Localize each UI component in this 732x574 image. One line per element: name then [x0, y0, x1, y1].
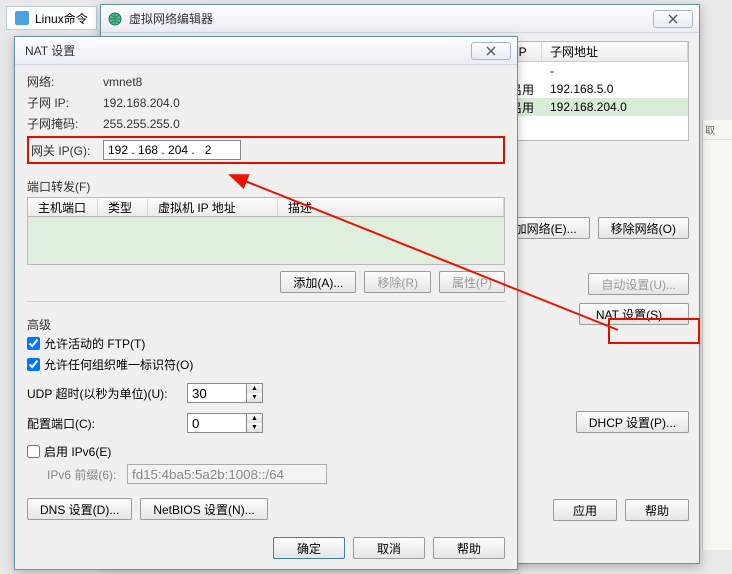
browser-tab[interactable]: Linux命令	[6, 6, 97, 30]
divider	[27, 301, 505, 302]
auto-settings-button[interactable]: 自动设置(U)...	[588, 273, 689, 295]
subnet-ip-label: 子网 IP:	[27, 94, 103, 111]
allow-ftp-label: 允许活动的 FTP(T)	[44, 335, 145, 352]
nat-title: NAT 设置	[21, 42, 471, 59]
config-port-label: 配置端口(C):	[27, 415, 187, 432]
help-button[interactable]: 帮助	[625, 499, 689, 521]
nat-titlebar[interactable]: NAT 设置	[15, 37, 517, 65]
dns-settings-button[interactable]: DNS 设置(D)...	[27, 498, 132, 520]
tab-icon	[15, 11, 29, 25]
ipv6-prefix-input[interactable]	[127, 464, 327, 484]
port-forward-table[interactable]	[27, 217, 505, 265]
cancel-button[interactable]: 取消	[353, 537, 425, 559]
help-button[interactable]: 帮助	[433, 537, 505, 559]
dhcp-settings-button[interactable]: DHCP 设置(P)...	[576, 411, 689, 433]
port-forward-label: 端口转发(F)	[27, 178, 505, 195]
ipv6-prefix-label: IPv6 前缀(6):	[47, 466, 127, 483]
allow-org-checkbox[interactable]	[27, 358, 40, 371]
close-button[interactable]	[471, 42, 511, 60]
port-forward-header: 主机端口 类型 虚拟机 IP 地址 描述	[27, 197, 505, 217]
config-port-spinner[interactable]: ▲▼	[247, 413, 263, 433]
network-label: 网络:	[27, 73, 103, 90]
udp-timeout-spinner[interactable]: ▲▼	[247, 383, 263, 403]
nat-settings-dialog: NAT 设置 网络:vmnet8 子网 IP:192.168.204.0 子网掩…	[14, 36, 518, 570]
gateway-input[interactable]	[103, 140, 241, 160]
cropped-panel: 取	[702, 120, 732, 550]
enable-ipv6-checkbox[interactable]	[27, 445, 40, 458]
add-button[interactable]: 添加(A)...	[280, 271, 356, 293]
close-button[interactable]	[653, 10, 693, 28]
remove-network-button[interactable]: 移除网络(O)	[598, 217, 689, 239]
gateway-row-highlight: 网关 IP(G):	[27, 136, 505, 164]
tab-label: Linux命令	[35, 10, 88, 27]
apply-button[interactable]: 应用	[553, 499, 617, 521]
nat-settings-highlight	[608, 318, 700, 344]
vne-title: 虚拟网络编辑器	[129, 10, 653, 27]
advanced-label: 高级	[27, 316, 505, 333]
subnet-ip-value: 192.168.204.0	[103, 96, 180, 110]
enable-ipv6-label: 启用 IPv6(E)	[44, 443, 111, 460]
udp-timeout-label: UDP 超时(以秒为单位)(U):	[27, 385, 187, 402]
globe-icon	[107, 11, 123, 27]
netbios-settings-button[interactable]: NetBIOS 设置(N)...	[140, 498, 267, 520]
remove-button[interactable]: 移除(R)	[364, 271, 431, 293]
allow-org-label: 允许任何组织唯一标识符(O)	[44, 356, 193, 373]
properties-button[interactable]: 属性(P)	[439, 271, 505, 293]
subnet-mask-value: 255.255.255.0	[103, 117, 180, 131]
allow-ftp-checkbox[interactable]	[27, 337, 40, 350]
udp-timeout-input[interactable]	[187, 383, 247, 403]
subnet-mask-label: 子网掩码:	[27, 115, 103, 132]
ok-button[interactable]: 确定	[273, 537, 345, 559]
vne-titlebar[interactable]: 虚拟网络编辑器	[101, 5, 699, 33]
gateway-label: 网关 IP(G):	[31, 142, 103, 159]
config-port-input[interactable]	[187, 413, 247, 433]
network-value: vmnet8	[103, 75, 142, 89]
